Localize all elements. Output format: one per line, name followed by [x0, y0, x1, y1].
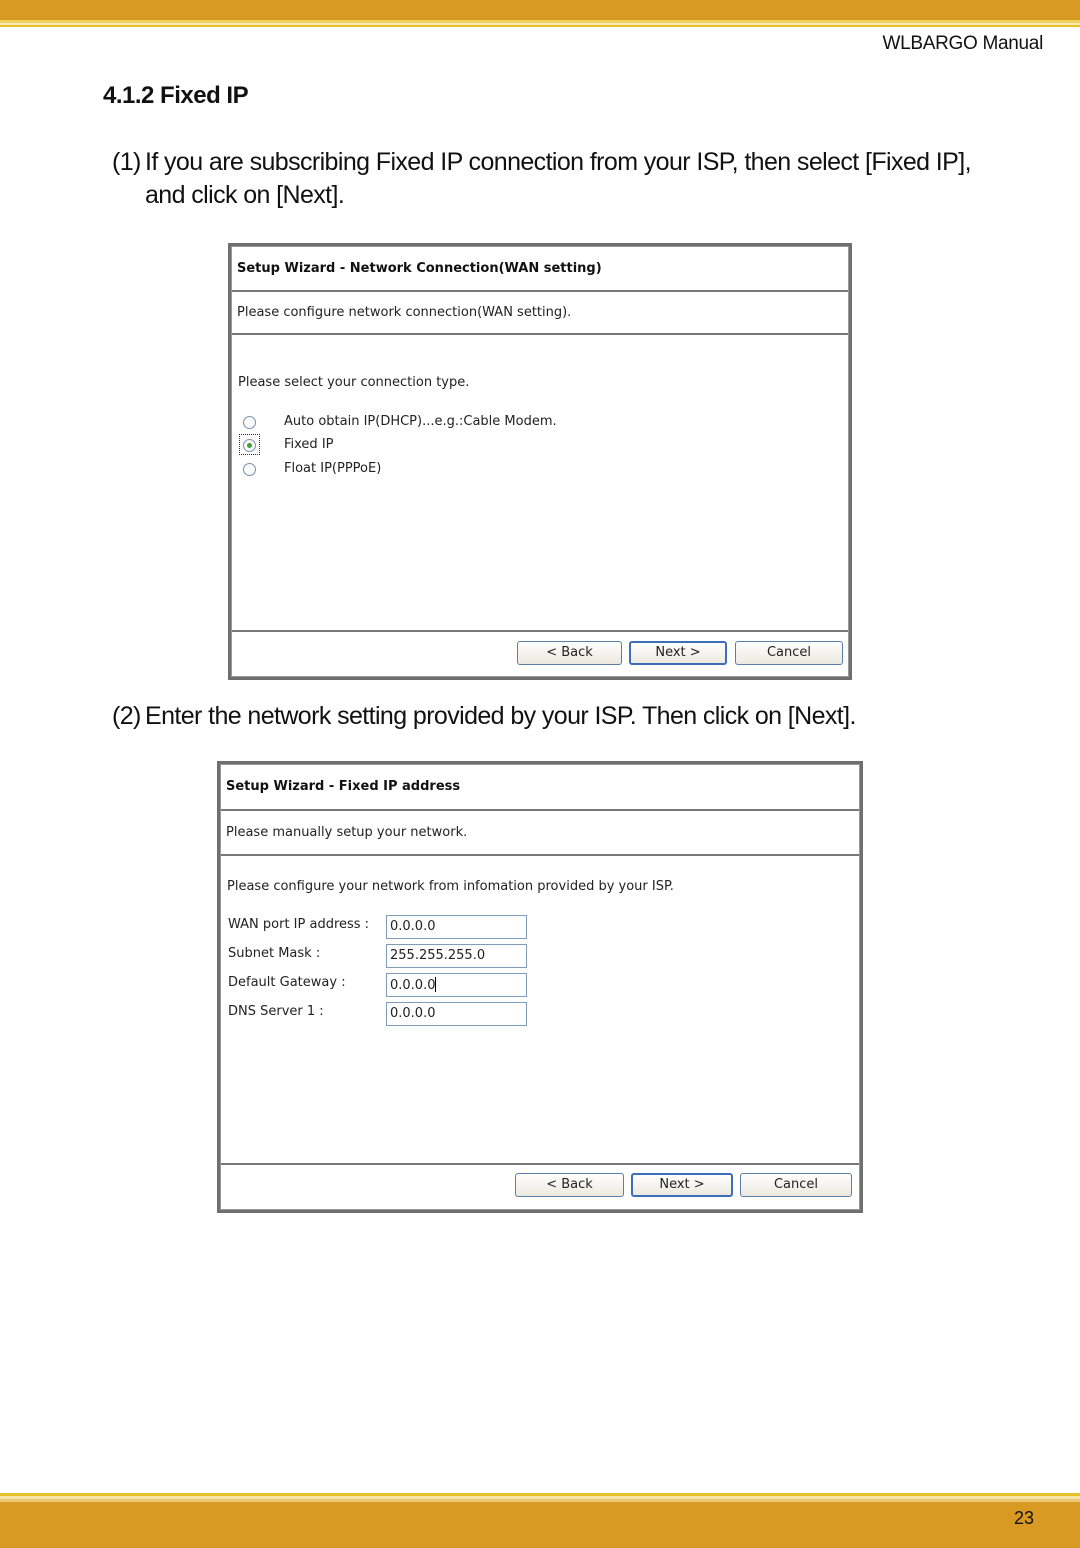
- next-button[interactable]: Next >: [629, 641, 727, 665]
- radio-label: Auto obtain IP(DHCP)...e.g.:Cable Modem.: [284, 414, 557, 429]
- wan-ip-row: WAN port IP address : 0.0.0.0: [228, 915, 548, 939]
- step-number: (2): [112, 702, 141, 730]
- back-button[interactable]: < Back: [517, 641, 622, 665]
- radio-option-fixed-ip[interactable]: Fixed IP: [238, 434, 638, 456]
- dns-server-row: DNS Server 1 : 0.0.0.0: [228, 1002, 548, 1026]
- dns-server-label: DNS Server 1 :: [228, 1004, 324, 1019]
- header-stripe: [0, 25, 1080, 27]
- back-button[interactable]: < Back: [515, 1173, 624, 1197]
- subnet-mask-input[interactable]: 255.255.255.0: [386, 944, 527, 968]
- subnet-mask-row: Subnet Mask : 255.255.255.0: [228, 944, 548, 968]
- radio-button[interactable]: [243, 463, 256, 476]
- fixed-ip-dialog-screenshot: Setup Wizard - Fixed IP address Please m…: [217, 761, 863, 1213]
- dialog-subtitle: Please manually setup your network.: [221, 811, 859, 856]
- cancel-button[interactable]: Cancel: [740, 1173, 852, 1197]
- default-gateway-row: Default Gateway : 0.0.0.0: [228, 973, 548, 997]
- default-gateway-value: 0.0.0.0: [390, 978, 436, 993]
- radio-option-dhcp[interactable]: Auto obtain IP(DHCP)...e.g.:Cable Modem.: [238, 413, 638, 433]
- step-number: (1): [112, 148, 141, 176]
- cancel-button[interactable]: Cancel: [735, 641, 843, 665]
- header-band: [0, 0, 1080, 20]
- radio-label: Fixed IP: [284, 437, 334, 452]
- wan-setting-dialog-screenshot: Setup Wizard - Network Connection(WAN se…: [228, 243, 852, 680]
- connection-type-prompt: Please select your connection type.: [238, 375, 470, 390]
- radio-label: Float IP(PPPoE): [284, 461, 382, 476]
- dialog-footer: < Back Next > Cancel: [232, 630, 848, 676]
- dialog-frame: Setup Wizard - Network Connection(WAN se…: [231, 246, 849, 677]
- dialog-footer: < Back Next > Cancel: [221, 1163, 859, 1209]
- dns-server-input[interactable]: 0.0.0.0: [386, 1002, 527, 1026]
- step-2: (2) Enter the network setting provided b…: [112, 700, 992, 733]
- dialog-subtitle: Please configure network connection(WAN …: [232, 292, 848, 335]
- step-text: If you are subscribing Fixed IP connecti…: [145, 148, 972, 209]
- dialog-title: Setup Wizard - Network Connection(WAN se…: [232, 247, 848, 292]
- wan-ip-input[interactable]: 0.0.0.0: [386, 915, 527, 939]
- section-title: 4.1.2 Fixed IP: [103, 82, 249, 109]
- dialog-title: Setup Wizard - Fixed IP address: [221, 765, 859, 811]
- step-text: Enter the network setting provided by yo…: [145, 702, 856, 730]
- radio-button-selected[interactable]: [243, 439, 256, 452]
- radio-option-pppoe[interactable]: Float IP(PPPoE): [238, 460, 638, 480]
- manual-title: WLBARGO Manual: [882, 33, 1043, 54]
- default-gateway-label: Default Gateway :: [228, 975, 346, 990]
- configure-prompt: Please configure your network from infom…: [227, 879, 674, 894]
- wan-ip-label: WAN port IP address :: [228, 917, 370, 932]
- text-caret: [435, 977, 437, 992]
- next-button[interactable]: Next >: [631, 1173, 733, 1197]
- page-number: 23: [1013, 1508, 1034, 1528]
- default-gateway-input[interactable]: 0.0.0.0: [386, 973, 527, 997]
- radio-button[interactable]: [243, 416, 256, 429]
- step-1: (1) If you are subscribing Fixed IP conn…: [112, 146, 992, 212]
- dialog-frame: Setup Wizard - Fixed IP address Please m…: [220, 764, 860, 1210]
- subnet-mask-label: Subnet Mask :: [228, 946, 321, 961]
- footer-band: [0, 1502, 1080, 1548]
